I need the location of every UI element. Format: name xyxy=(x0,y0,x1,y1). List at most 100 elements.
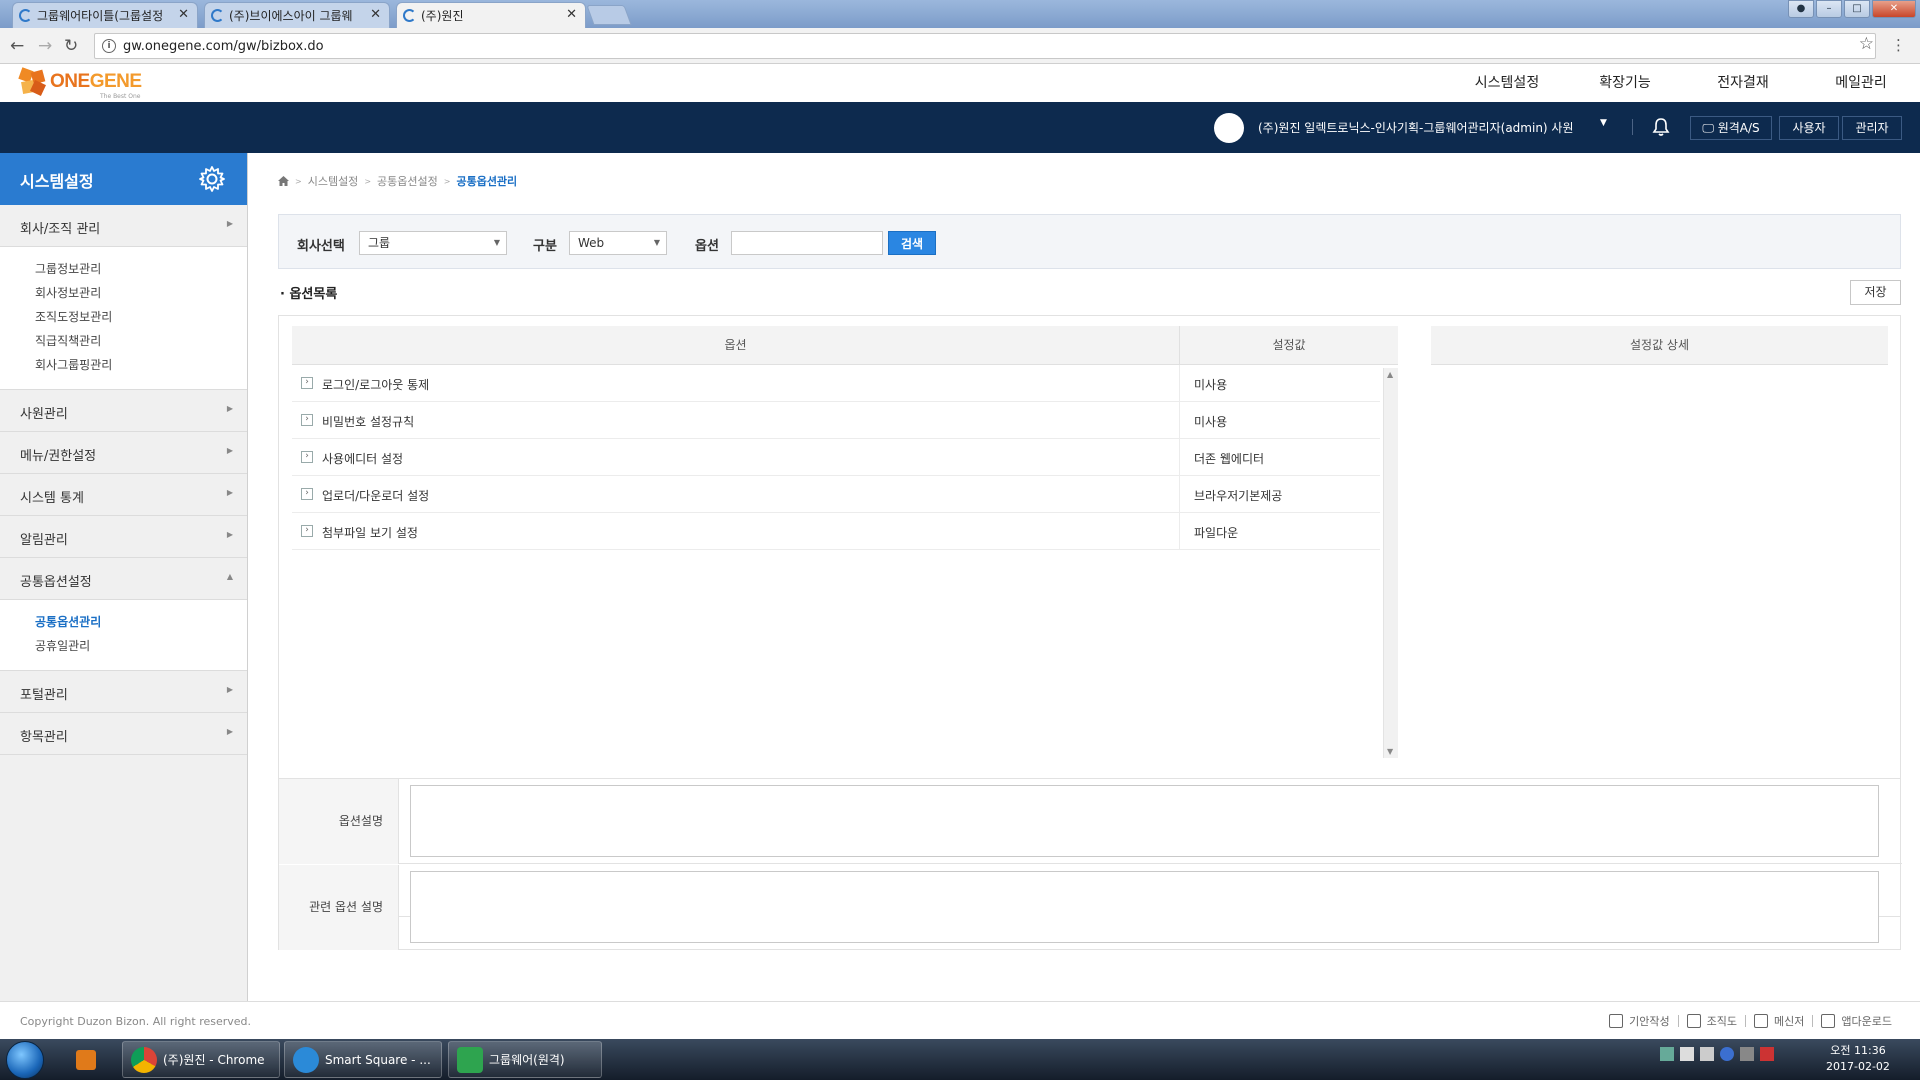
tab-close-icon[interactable]: ✕ xyxy=(566,7,577,22)
related-description-field[interactable] xyxy=(410,871,1879,943)
system-clock[interactable]: 오전 11:36 2017-02-02 xyxy=(1826,1043,1890,1075)
admin-mode-button[interactable]: 관리자 xyxy=(1842,116,1902,140)
media-player-icon[interactable] xyxy=(72,1041,100,1078)
option-description-field[interactable] xyxy=(410,785,1879,857)
tray-network-icon[interactable] xyxy=(1660,1047,1674,1061)
help-icon[interactable] xyxy=(1720,1047,1734,1061)
sidebar-item-common-options[interactable]: 공통옵션설정 ▲ xyxy=(0,558,247,600)
column-header-value: 설정값 xyxy=(1180,326,1398,365)
sidebar-item-fields[interactable]: 항목관리 ▶ xyxy=(0,713,247,755)
expand-plus-icon[interactable]: › xyxy=(301,488,313,500)
avatar[interactable] xyxy=(1214,113,1244,143)
sidebar-item-company-org[interactable]: 회사/조직 관리 ▶ xyxy=(0,205,247,247)
table-row[interactable]: › 업로더/다운로더 설정 브라우저기본제공 xyxy=(292,476,1380,513)
user-name[interactable]: (주)원진 일렉트로닉스-인사기획-그룹웨어관리자(admin) 사원 xyxy=(1258,119,1574,136)
browser-toolbar: ← → ↻ i gw.onegene.com/gw/bizbox.do xyxy=(0,28,1920,64)
breadcrumb-item[interactable]: 공통옵션설정 xyxy=(377,173,438,189)
maximize-icon[interactable]: □ xyxy=(1844,0,1870,18)
scroll-down-icon[interactable]: ▼ xyxy=(1387,747,1393,756)
sidebar-item-menu-permissions[interactable]: 메뉴/권한설정 ▶ xyxy=(0,432,247,474)
bell-icon[interactable] xyxy=(1650,116,1672,138)
type-select[interactable]: Web ▼ xyxy=(569,231,667,255)
action-center-flag-icon[interactable] xyxy=(1760,1047,1774,1061)
expand-plus-icon[interactable]: › xyxy=(301,377,313,389)
breadcrumb-item[interactable]: 시스템설정 xyxy=(308,173,359,189)
home-icon[interactable] xyxy=(278,176,289,186)
taskbar-smart-square[interactable]: Smart Square - ... xyxy=(284,1041,442,1078)
sidebar-subitem-org-chart-info[interactable]: 조직도정보관리 xyxy=(0,305,247,329)
user-bar: (주)원진 일렉트로닉스-인사기획-그룹웨어관리자(admin) 사원 ▼ 🖵 … xyxy=(0,102,1920,153)
browser-tab-1[interactable]: 그룹웨어타이틀(그룹설정 ✕ xyxy=(12,2,198,28)
taskbar-chrome[interactable]: (주)원진 - Chrome xyxy=(122,1041,280,1078)
scroll-up-icon[interactable]: ▲ xyxy=(1387,370,1393,379)
app-download-link[interactable]: 앱다운로드 xyxy=(1813,1013,1900,1029)
org-chart-link[interactable]: 조직도 xyxy=(1679,1013,1745,1029)
remote-as-button[interactable]: 🖵 원격A/S xyxy=(1690,116,1772,140)
table-scrollbar[interactable]: ▲ ▼ xyxy=(1383,368,1398,758)
chevron-down-icon[interactable]: ▼ xyxy=(1600,118,1607,128)
top-menu-extensions[interactable]: 확장기능 xyxy=(1566,64,1684,102)
groupware-favicon-icon xyxy=(211,9,224,22)
expand-plus-icon[interactable]: › xyxy=(301,525,313,537)
top-menu-approval[interactable]: 전자결재 xyxy=(1684,64,1802,102)
table-row[interactable]: › 첨부파일 보기 설정 파일다운 xyxy=(292,513,1380,550)
browser-menu-icon[interactable]: ⋮ xyxy=(1891,36,1906,54)
search-button[interactable]: 검색 xyxy=(888,231,936,255)
minimize-icon[interactable]: – xyxy=(1816,0,1842,18)
draft-write-link[interactable]: 기안작성 xyxy=(1601,1013,1677,1029)
company-select-label: 회사선택 xyxy=(297,239,345,254)
breadcrumb: > 시스템설정 > 공통옵션설정 > 공통옵션관리 xyxy=(278,173,517,189)
save-button[interactable]: 저장 xyxy=(1850,280,1901,305)
tab-close-icon[interactable]: ✕ xyxy=(370,7,381,22)
ime-a-icon[interactable] xyxy=(1680,1047,1694,1061)
address-bar[interactable]: i gw.onegene.com/gw/bizbox.do xyxy=(94,33,1876,59)
bookmark-star-icon[interactable]: ☆ xyxy=(1859,34,1874,54)
forward-icon[interactable]: → xyxy=(38,36,52,56)
window-close-icon[interactable]: ✕ xyxy=(1872,0,1916,18)
site-info-icon[interactable]: i xyxy=(102,39,116,53)
windows-taskbar: (주)원진 - Chrome Smart Square - ... 그룹웨어(원… xyxy=(0,1039,1920,1080)
user-profile-icon[interactable]: ● xyxy=(1788,0,1814,18)
tab-close-icon[interactable]: ✕ xyxy=(178,7,189,22)
table-row[interactable]: › 비밀번호 설정규칙 미사용 xyxy=(292,402,1380,439)
sidebar-item-employees[interactable]: 사원관리 ▶ xyxy=(0,390,247,432)
sidebar-subitem-company-grouping[interactable]: 회사그룹핑관리 xyxy=(0,353,247,377)
related-description-row: 관련 옵션 설명 xyxy=(279,865,1902,950)
option-search-input[interactable] xyxy=(731,231,883,255)
back-icon[interactable]: ← xyxy=(10,36,24,56)
onegene-logo[interactable]: ONEGENE The Best One xyxy=(18,67,142,100)
tray-expand-icon[interactable] xyxy=(1740,1047,1754,1061)
chevron-right-icon: ▶ xyxy=(226,446,233,455)
sidebar-item-system-stats[interactable]: 시스템 통계 ▶ xyxy=(0,474,247,516)
browser-tab-2[interactable]: (주)브이에스아이 그룹웨 ✕ xyxy=(204,2,390,28)
sidebar-subitem-holiday-mgmt[interactable]: 공휴일관리 xyxy=(0,634,247,658)
messenger-link[interactable]: 메신저 xyxy=(1746,1013,1812,1029)
browser-tab-3[interactable]: (주)원진 ✕ xyxy=(396,2,586,28)
ime-hanja-icon[interactable] xyxy=(1700,1047,1714,1061)
option-list-title: · 옵션목록 xyxy=(280,287,338,302)
expand-plus-icon[interactable]: › xyxy=(301,451,313,463)
option-name: 첨부파일 보기 설정 xyxy=(322,526,418,540)
new-tab-button[interactable] xyxy=(586,5,632,25)
sidebar-subitem-company-info[interactable]: 회사정보관리 xyxy=(0,281,247,305)
table-row[interactable]: › 사용에디터 설정 더존 웹에디터 xyxy=(292,439,1380,476)
sidebar-subitem-group-info[interactable]: 그룹정보관리 xyxy=(0,257,247,281)
search-filter-bar: 회사선택 그룹 ▼ 구분 Web ▼ 옵션 검색 xyxy=(278,214,1901,269)
download-icon xyxy=(1754,1014,1769,1028)
gear-icon[interactable] xyxy=(197,164,227,194)
sidebar-subitem-position-title[interactable]: 직급직책관리 xyxy=(0,329,247,353)
company-select[interactable]: 그룹 ▼ xyxy=(359,231,507,255)
taskbar-groupware-remote[interactable]: 그룹웨어(원격) xyxy=(448,1041,602,1078)
top-menu-mail[interactable]: 메일관리 xyxy=(1802,64,1920,102)
url-text: gw.onegene.com/gw/bizbox.do xyxy=(123,39,324,54)
top-menu-system-settings[interactable]: 시스템설정 xyxy=(1448,64,1566,102)
expand-plus-icon[interactable]: › xyxy=(301,414,313,426)
reload-icon[interactable]: ↻ xyxy=(64,36,78,56)
sidebar-item-notifications[interactable]: 알림관리 ▶ xyxy=(0,516,247,558)
table-row[interactable]: › 로그인/로그아웃 통제 미사용 xyxy=(292,365,1380,402)
sidebar-item-portal[interactable]: 포털관리 ▶ xyxy=(0,671,247,713)
browser-tabstrip: 그룹웨어타이틀(그룹설정 ✕ (주)브이에스아이 그룹웨 ✕ (주)원진 ✕ ●… xyxy=(0,0,1920,28)
start-button[interactable] xyxy=(6,1041,44,1079)
user-mode-button[interactable]: 사용자 xyxy=(1779,116,1839,140)
sidebar-subitem-common-option-mgmt[interactable]: 공통옵션관리 xyxy=(0,610,247,634)
